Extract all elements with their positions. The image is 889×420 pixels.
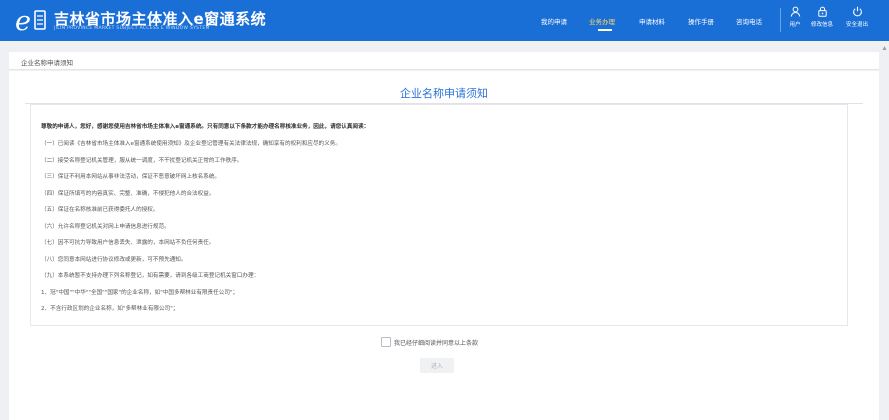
breadcrumb-bar: 企业名称申请须知	[9, 52, 879, 70]
main-panel: 企业名称申请须知 尊敬的申请人，您好，感谢您使用吉林省市场主体准入e窗通系统。只…	[9, 71, 879, 420]
terms-clause: （六）允许名称登记机关对网上申请信息进行规范。	[41, 224, 170, 230]
terms-clause: （五）保证在名称核准前已获得委托人的授权。	[41, 207, 159, 213]
edit-info-button[interactable]: 修改信息	[807, 6, 837, 28]
terms-intro: 尊敬的申请人，您好，感谢您使用吉林省市场主体准入e窗通系统。只有同意以下条款才能…	[41, 124, 370, 130]
nav-hotline[interactable]: 咨询电话	[736, 16, 762, 26]
nav-active-indicator	[598, 29, 612, 31]
terms-clause: （一）已阅读《吉林省市场主体准入e窗通系统使用须知》及企业登记管理有关法律法规，…	[41, 141, 341, 147]
lock-icon	[817, 6, 827, 17]
e-window-logo-icon: e	[15, 6, 46, 36]
terms-clause: （四）保证所填写的内容真实、完整、准确，不侵犯他人的合法权益。	[41, 191, 215, 197]
terms-box: 尊敬的申请人，您好，感谢您使用吉林省市场主体准入e窗通系统。只有同意以下条款才能…	[30, 104, 848, 326]
breadcrumb: 企业名称申请须知	[21, 59, 73, 67]
nav-my-applications[interactable]: 我的申请	[541, 16, 567, 26]
system-subtitle: JILIN PROVINCE MARKET SUBJECT ACCESS E W…	[54, 26, 210, 31]
agree-label[interactable]: 我已经仔细阅读并同意以上条款	[394, 338, 478, 347]
terms-clause: （九）本系统暂不支持办理下列名称登记，如有需要，请到各级工商登记机关窗口办理：	[41, 273, 260, 279]
terms-subclause: 1、冠"中国""中华""全国""国家"的企业名称，如"中国多帮林业有限责任公司"…	[41, 290, 239, 296]
terms-clause: （八）您同意本网站进行协议修改或更新，可不预先通知。	[41, 257, 187, 263]
logout-button[interactable]: 安全退出	[842, 6, 872, 28]
enter-button[interactable]: 进入	[420, 358, 454, 373]
agree-checkbox[interactable]	[381, 337, 391, 347]
top-header-bar: e 吉林省市场主体准入e窗通系统 JILIN PROVINCE MARKET S…	[0, 0, 889, 41]
terms-clause: （三）保证不利用本网站从事非法活动，保证不恶意破坏网上核名系统。	[41, 174, 221, 180]
user-icon	[790, 6, 800, 17]
scroll-up-arrow-icon[interactable]	[882, 44, 887, 52]
logout-label: 安全退出	[845, 22, 868, 28]
terms-clause: （七）因不可抗力导致用户信息丢失、泄露的，本网站不负任何责任。	[41, 240, 215, 246]
nav-business[interactable]: 业务办理	[589, 16, 615, 26]
edit-info-label: 修改信息	[810, 22, 833, 28]
terms-subclause: 2、不含行政区划的企业名称，如"多帮林业有限公司"；	[41, 306, 179, 312]
user-button[interactable]: 用户	[780, 6, 810, 28]
nav-materials[interactable]: 申请材料	[639, 16, 665, 26]
power-icon	[852, 6, 862, 17]
page-title: 企业名称申请须知	[400, 87, 488, 100]
user-label: 用户	[789, 22, 801, 28]
svg-text:e: e	[15, 6, 31, 36]
nav-manual[interactable]: 操作手册	[688, 16, 714, 26]
terms-clause: （二）接受名称登记机关管理，服从统一调度，不干扰登记机关正常的工作秩序。	[41, 158, 243, 164]
